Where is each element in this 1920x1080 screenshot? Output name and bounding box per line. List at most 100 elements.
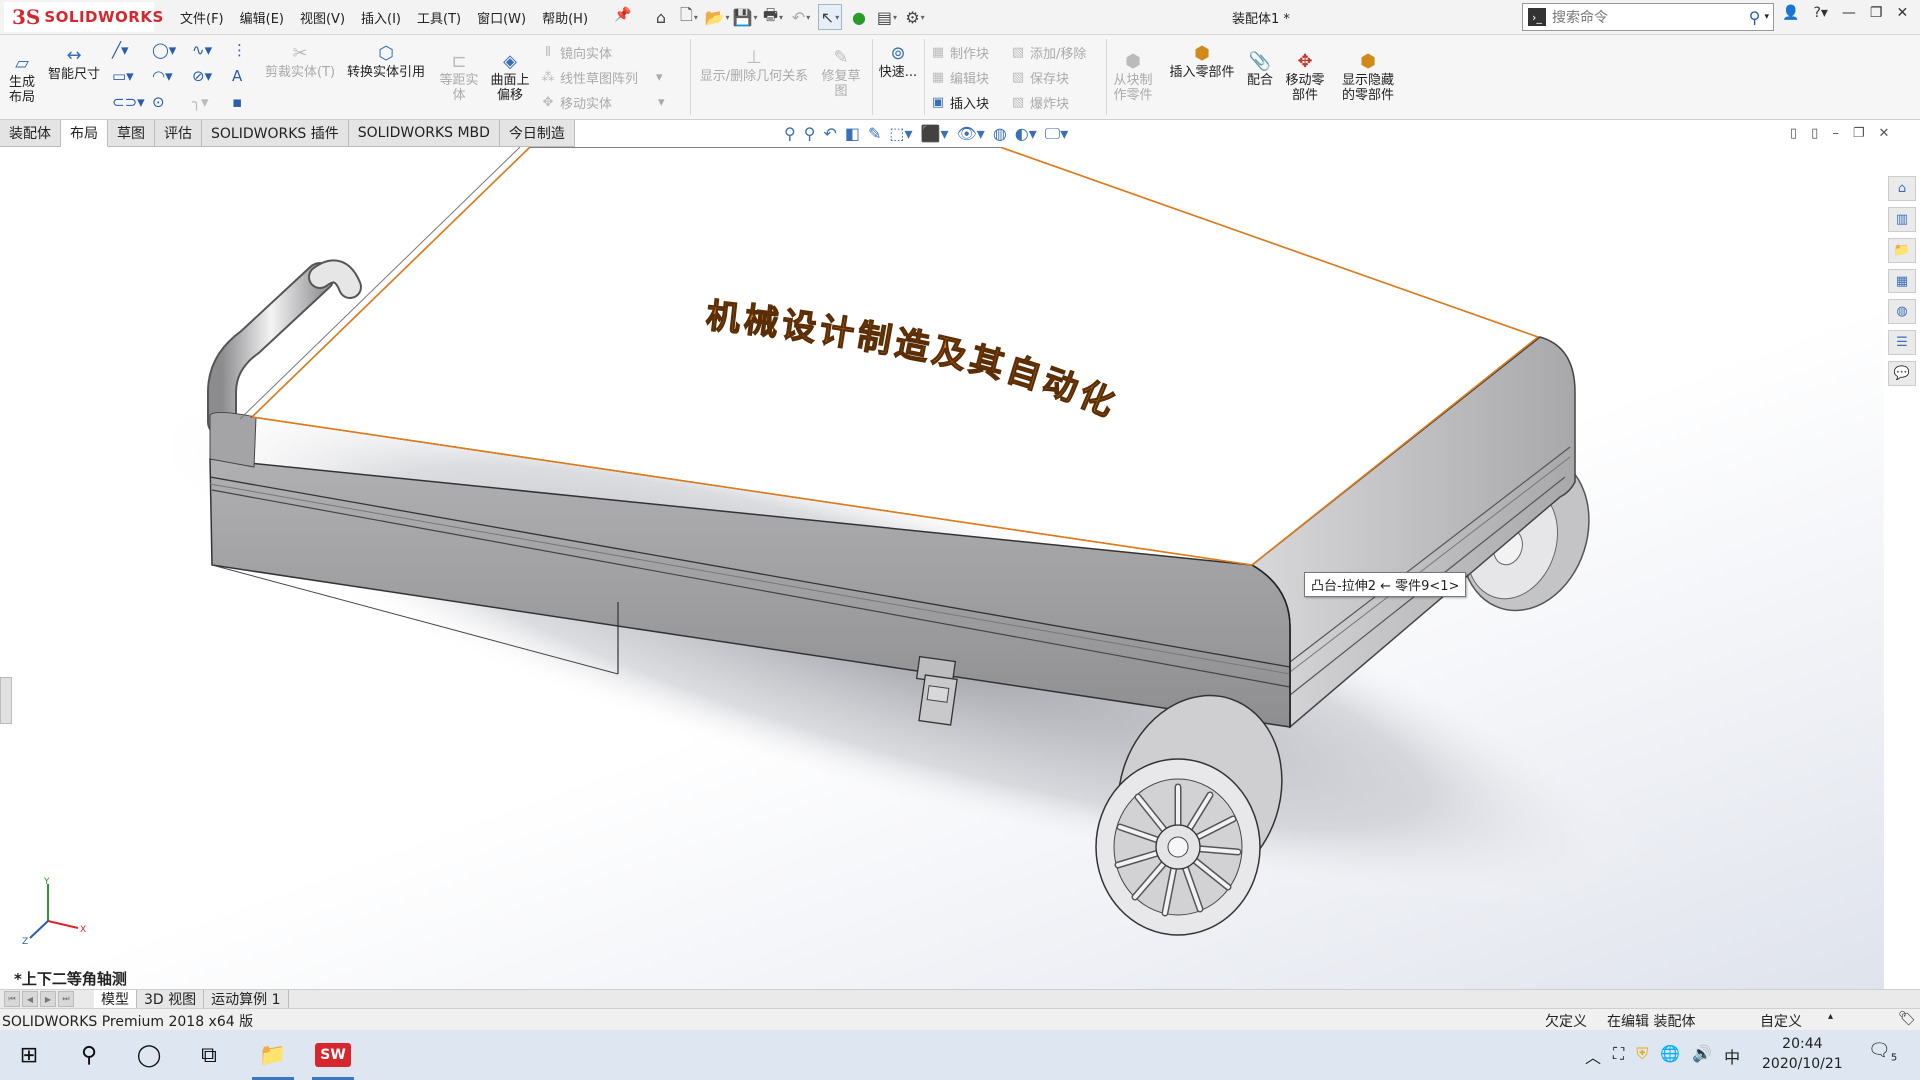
next-tab-icon[interactable]: ▶ xyxy=(40,991,56,1007)
new-document-icon[interactable]: 🗋 ▾ xyxy=(678,5,700,29)
spline-icon[interactable]: ∿▾ xyxy=(192,41,212,59)
offset-on-surface-button[interactable]: ◈ 曲面上 偏移 xyxy=(486,49,534,103)
make-part-from-block-button[interactable]: ⬢ 从块制 作零件 xyxy=(1110,49,1156,103)
tray-app-icon[interactable]: ⛶ xyxy=(1613,1044,1624,1068)
smart-dimension-button[interactable]: ↔ 智能尺寸 xyxy=(44,43,104,82)
tab-3d-views[interactable]: 3D 视图 xyxy=(137,990,205,1008)
options-gear-icon[interactable]: ⚙ ▾ xyxy=(904,5,926,29)
tab-evaluate[interactable]: 评估 xyxy=(155,120,202,147)
hide-show-icon[interactable]: 👁▾ xyxy=(956,124,984,144)
close-button[interactable]: ✕ xyxy=(1896,5,1908,21)
menu-edit[interactable]: 编辑(E) xyxy=(240,8,284,27)
apply-scene-icon[interactable]: ◐▾ xyxy=(1015,124,1037,144)
windows-start-icon[interactable]: ⊞ xyxy=(2,1030,56,1080)
view-palette-icon[interactable]: ▦ xyxy=(1888,268,1916,294)
add-remove-button[interactable]: ▧ 添加/移除 xyxy=(1010,43,1087,62)
view-settings-icon[interactable]: 🖵▾ xyxy=(1045,124,1068,144)
text-icon[interactable]: A xyxy=(232,67,242,85)
centerline-icon[interactable]: ⋮ xyxy=(232,41,247,59)
menu-tools[interactable]: 工具(T) xyxy=(417,8,461,27)
pin-menu-icon[interactable]: 📌 xyxy=(614,7,631,23)
status-tags-icon[interactable]: 🏷 xyxy=(1898,1011,1916,1027)
previous-view-icon[interactable]: ↶ xyxy=(823,124,836,144)
network-icon[interactable]: 🌐 xyxy=(1660,1044,1680,1068)
ellipse-icon[interactable]: ⊙ xyxy=(152,93,165,111)
solidworks-resources-icon[interactable]: ⌂ xyxy=(1888,176,1916,201)
design-library-icon[interactable]: ▥ xyxy=(1888,206,1916,232)
notification-center-icon[interactable]: 🗨5 xyxy=(1868,1040,1897,1064)
tab-assembly[interactable]: 装配体 xyxy=(0,120,61,147)
home-icon[interactable]: ⌂ xyxy=(650,5,672,29)
menu-file[interactable]: 文件(F) xyxy=(180,8,224,27)
tab-layout[interactable]: 布局 xyxy=(61,120,108,147)
tab-mbd[interactable]: SOLIDWORKS MBD xyxy=(348,120,500,147)
view-orientation-icon[interactable]: ⬚▾ xyxy=(889,124,912,144)
edit-block-button[interactable]: ▦ 编辑块 xyxy=(930,68,989,87)
tab-addins[interactable]: SOLIDWORKS 插件 xyxy=(202,120,349,147)
make-layout-button[interactable]: ▱ 生成 布局 xyxy=(6,51,38,105)
show-hidden-components-button[interactable]: ⬢ 显示隐藏 的零部件 xyxy=(1336,49,1400,103)
viewport-minimize-button[interactable]: – xyxy=(1832,126,1839,141)
explode-block-button[interactable]: ▧ 爆炸块 xyxy=(1010,93,1069,112)
insert-block-button[interactable]: ▣ 插入块 xyxy=(930,93,989,112)
file-properties-icon[interactable]: ▤ ▾ xyxy=(876,5,898,29)
tab-model[interactable]: 模型 xyxy=(94,990,137,1008)
graphics-area[interactable]: 机械设计制造及其自动化 xyxy=(0,147,1884,989)
convert-entities-button[interactable]: ⬡ 转换实体引用 xyxy=(342,41,430,80)
section-view-icon[interactable]: ◧ xyxy=(845,124,860,144)
solidworks-taskbar-icon[interactable]: SW xyxy=(306,1030,360,1080)
fillet-icon[interactable]: ╮▾ xyxy=(192,93,209,111)
dynamic-annotation-icon[interactable]: ✎ xyxy=(868,124,881,144)
tray-chevron-icon[interactable]: ︿ xyxy=(1585,1044,1601,1068)
point-icon[interactable]: ▪ xyxy=(232,93,242,111)
display-delete-relations-button[interactable]: ⊥ 显示/删除几何关系 xyxy=(694,45,814,84)
move-entities-button[interactable]: ✥ 移动实体 ▾ xyxy=(540,93,665,112)
edit-appearance-icon[interactable]: ◍ xyxy=(993,124,1007,144)
minimize-button[interactable]: — xyxy=(1842,5,1856,21)
solidworks-logo[interactable]: 3S SOLIDWORKS xyxy=(4,2,163,32)
mirror-entities-button[interactable]: ⫴ 镜向实体 xyxy=(540,43,612,62)
search-icon[interactable]: ⚲ xyxy=(1749,8,1761,27)
taskbar-search-icon[interactable]: ⚲ xyxy=(62,1030,116,1080)
zoom-to-fit-icon[interactable]: ⚲ xyxy=(784,124,796,144)
display-style-icon[interactable]: ⬛▾ xyxy=(921,124,949,144)
open-icon[interactable]: 📂 ▾ xyxy=(705,5,730,29)
slot-icon[interactable]: ⊂⊃▾ xyxy=(112,93,145,111)
custom-properties-icon[interactable]: ☰ xyxy=(1888,330,1916,356)
last-tab-icon[interactable]: ⏭ xyxy=(58,991,74,1007)
tab-sketch[interactable]: 草图 xyxy=(108,120,155,147)
file-explorer-taskbar-icon[interactable]: 📁 xyxy=(246,1030,300,1080)
tab-motion-study[interactable]: 运动算例 1 xyxy=(204,990,289,1008)
mate-button[interactable]: 📎 配合 xyxy=(1242,49,1278,88)
insert-components-button[interactable]: ⬢ 插入零部件 xyxy=(1164,41,1240,80)
status-units-custom[interactable]: 自定义 xyxy=(1760,1011,1802,1031)
undo-icon[interactable]: ↶ ▾ xyxy=(790,5,812,29)
viewport-close-button[interactable]: ✕ xyxy=(1878,126,1889,141)
help-icon[interactable]: ?▾ xyxy=(1813,5,1827,21)
make-block-button[interactable]: ▦ 制作块 xyxy=(930,43,989,62)
search-dropdown-icon[interactable]: ▾ xyxy=(1764,12,1769,22)
task-view-icon[interactable]: ⧉ xyxy=(182,1030,236,1080)
appearances-icon[interactable]: ◍ xyxy=(1888,299,1916,325)
trim-entities-button[interactable]: ✂ 剪裁实体(T) xyxy=(262,41,338,80)
zoom-to-area-icon[interactable]: ⚲ xyxy=(804,124,816,144)
search-input[interactable]: 搜索命令 xyxy=(1552,7,1749,27)
first-tab-icon[interactable]: ⏮ xyxy=(4,991,20,1007)
taskbar-clock[interactable]: 20:44 2020/10/21 xyxy=(1762,1034,1843,1074)
cortana-icon[interactable]: ◯ xyxy=(122,1030,176,1080)
quick-snaps-button[interactable]: ⊚ 快速... xyxy=(874,41,922,80)
menu-help[interactable]: 帮助(H) xyxy=(542,8,588,27)
circle-icon[interactable]: ◯▾ xyxy=(152,41,176,59)
tray-shield-icon[interactable]: ⛨ xyxy=(1636,1044,1648,1068)
tool-cart-model[interactable]: 机械设计制造及其自动化 xyxy=(0,147,1884,989)
menu-window[interactable]: 窗口(W) xyxy=(477,8,526,27)
rebuild-icon[interactable]: ● xyxy=(848,5,870,29)
tab-manufacturing[interactable]: 今日制造 xyxy=(499,120,575,147)
units-dropdown-icon[interactable]: ▴ xyxy=(1828,1011,1833,1022)
forum-icon[interactable]: 💬 xyxy=(1888,361,1916,387)
save-icon[interactable]: 💾 ▾ xyxy=(733,5,758,29)
viewport-restore-right-icon[interactable]: ▯ xyxy=(1811,126,1818,141)
prev-tab-icon[interactable]: ◀ xyxy=(22,991,38,1007)
ime-indicator[interactable]: 中 xyxy=(1724,1044,1740,1068)
search-commands[interactable]: ›_ 搜索命令 ⚲ ▾ xyxy=(1522,3,1774,31)
